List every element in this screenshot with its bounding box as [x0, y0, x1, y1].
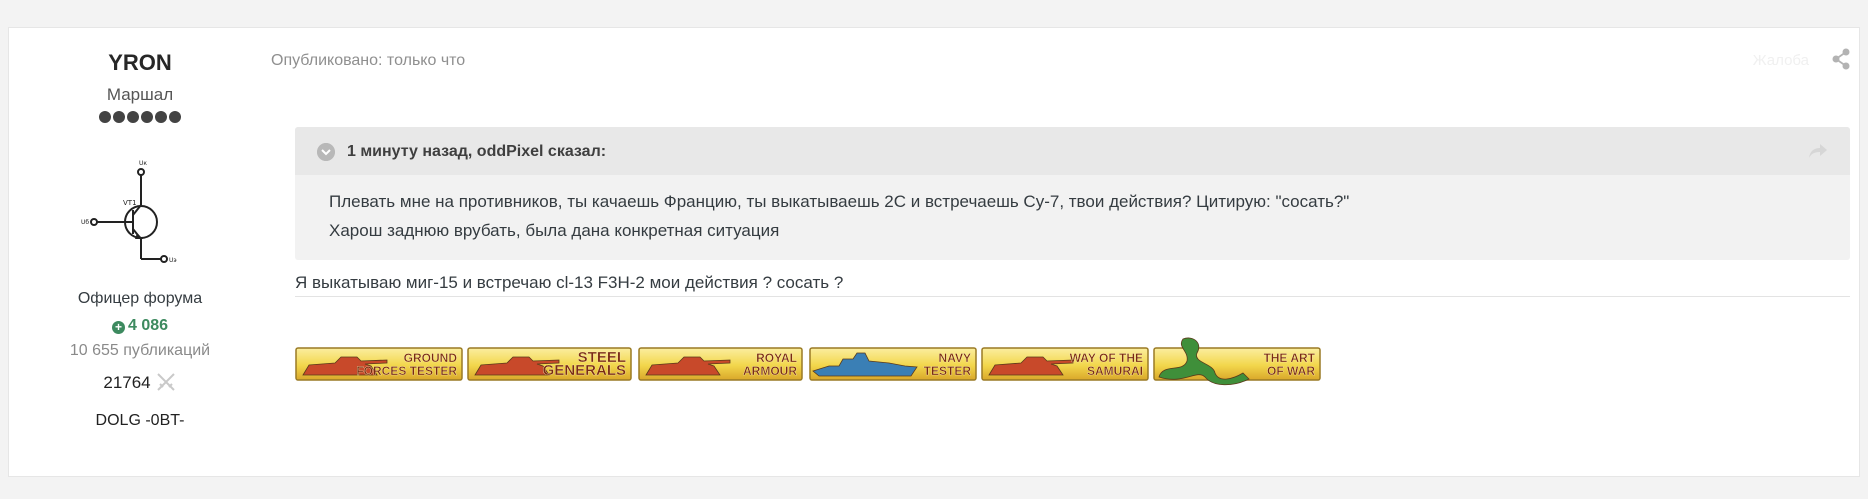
reputation-value: 4 086	[127, 317, 169, 334]
forum-post: YRON Маршал VT1 Uк Uб Uэ Офицер форума +…	[8, 27, 1860, 477]
signature-badges: GROUNDFORCES TESTERSTEELGENERALSROYALARM…	[295, 337, 1321, 386]
signature-badge[interactable]: THE ARTOF WAR	[1153, 337, 1321, 386]
rank-pip	[155, 111, 167, 123]
badge-title-line2: ARMOUR	[743, 364, 797, 378]
badge-title-line2: GENERALS	[543, 362, 626, 379]
rank-pip	[127, 111, 139, 123]
svg-text:Uэ: Uэ	[169, 257, 177, 264]
badge-title-line1: THE ART	[1263, 351, 1315, 365]
author-rank: Маршал	[106, 85, 174, 104]
author-name[interactable]: YRON	[9, 50, 271, 76]
reply-arrow-icon[interactable]	[1808, 142, 1828, 160]
badge-title-line2: TESTER	[924, 364, 972, 378]
signature: GROUND FORCES TESTER STEEL GENERALS ROYAL ARM…	[295, 333, 1325, 388]
post-date[interactable]: Опубликовано: только что	[271, 52, 465, 70]
rank-pips	[99, 111, 181, 123]
crossed-swords-icon	[156, 373, 175, 391]
rank-pip	[141, 111, 153, 123]
badge-title-line2: SAMURAI	[1087, 364, 1143, 378]
quote-block: 1 минуту назад, oddPixel сказал: Плевать…	[295, 127, 1850, 260]
badge-title-line1: NAVY	[939, 351, 971, 365]
quote-paragraph: Харош заднюю врубать, была дана конкретн…	[329, 221, 780, 240]
badge-title-line2: OF WAR	[1267, 364, 1315, 378]
svg-text:Uб: Uб	[81, 219, 89, 226]
signature-badge[interactable]: STEELGENERALS	[467, 347, 632, 381]
badge-title-line1: ROYAL	[756, 351, 797, 365]
report-link[interactable]: Жалоба	[1753, 52, 1809, 69]
signature-badge[interactable]: NAVYTESTER	[809, 347, 977, 381]
quote-header: 1 минуту назад, oddPixel сказал:	[295, 127, 1850, 175]
author-group: Офицер форума	[77, 290, 203, 307]
plus-circle-icon: +	[111, 321, 125, 334]
rank-pip	[99, 111, 111, 123]
svg-text:VT1: VT1	[123, 199, 137, 207]
signature-badge[interactable]: WAY OF THESAMURAI	[981, 347, 1149, 381]
badge-title-line1: WAY OF THE	[1070, 351, 1143, 365]
author-avatar[interactable]: VT1 Uк Uб Uэ	[79, 155, 195, 305]
share-icon[interactable]	[1831, 48, 1851, 70]
quote-citation[interactable]: 1 минуту назад, oddPixel сказал:	[347, 143, 606, 161]
clan-tag[interactable]: DOLG -0BT-	[9, 412, 271, 430]
reputation[interactable]: +4 086	[9, 317, 271, 335]
post-text: Я выкатываю миг-15 и встречаю cl-13 F3H-…	[295, 273, 844, 292]
battles-value: 21764	[103, 373, 151, 392]
rank-pip	[169, 111, 181, 123]
signature-badge[interactable]: GROUNDFORCES TESTER	[295, 347, 463, 381]
posts-count: 10 655 публикаций	[69, 342, 211, 359]
signature-badge[interactable]: ROYALARMOUR	[638, 347, 803, 381]
badge-title-line2: FORCES TESTER	[356, 364, 457, 378]
quote-paragraph: Плевать мне на противников, ты качаешь Ф…	[329, 192, 1350, 211]
battles-count: 21764	[9, 371, 271, 393]
svg-text:Uк: Uк	[139, 160, 147, 167]
chevron-down-icon[interactable]	[317, 143, 335, 161]
badge-title-line1: GROUND	[404, 351, 458, 365]
rank-pip	[113, 111, 125, 123]
signature-divider	[295, 296, 1850, 297]
